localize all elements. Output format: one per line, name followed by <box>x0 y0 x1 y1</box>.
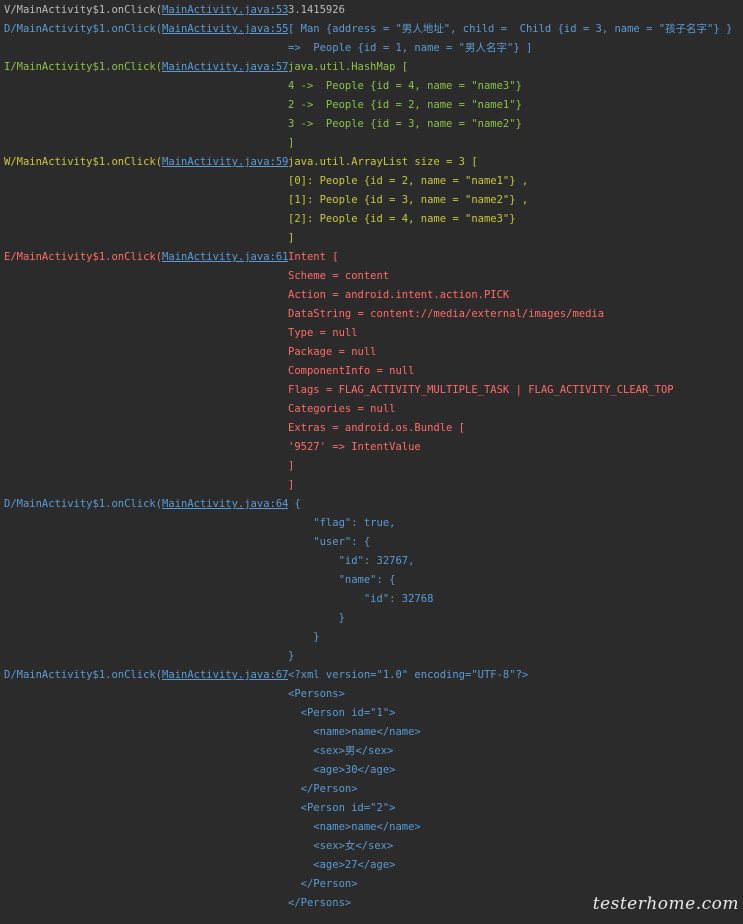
log-message-line: [2]: People {id = 4, name = "name3"} <box>288 213 516 225</box>
log-message-line: Extras = android.os.Bundle [ <box>288 422 466 434</box>
watermark: testerhome.com <box>592 894 739 914</box>
log-message-line: <age>27</age> <box>288 859 396 871</box>
source-link[interactable]: MainActivity.java:59 <box>162 156 288 168</box>
log-message-line: <sex>女</sex> <box>288 840 394 852</box>
source-link[interactable]: MainActivity.java:61 <box>162 251 288 263</box>
log-message-line: => People {id = 1, name = "男人名字"} ] <box>288 42 533 54</box>
log-message-line: <sex>男</sex> <box>288 745 394 757</box>
log-entry: D/MainActivity$1.onClick(MainActivity.ja… <box>0 495 743 666</box>
log-tag: V/MainActivity$1.onClick(MainActivity.ja… <box>0 1 288 20</box>
logcat-output: V/MainActivity$1.onClick(MainActivity.ja… <box>0 0 743 913</box>
log-tag: D/MainActivity$1.onClick(MainActivity.ja… <box>0 495 288 514</box>
log-entry: D/MainActivity$1.onClick(MainActivity.ja… <box>0 20 743 58</box>
log-message-line: ] <box>288 137 295 149</box>
log-tag-prefix: D/MainActivity$1.onClick( <box>4 669 163 681</box>
log-message-line: } <box>288 612 345 624</box>
log-message-line: 4 -> People {id = 4, name = "name3"} <box>288 80 522 92</box>
log-tag-prefix: I/MainActivity$1.onClick( <box>4 61 163 73</box>
log-message-line: <name>name</name> <box>288 726 421 738</box>
log-message-line: Action = android.intent.action.PICK <box>288 289 510 301</box>
source-link[interactable]: MainActivity.java:64 <box>162 498 288 510</box>
log-message-line: [ Man {address = "男人地址", child = Child {… <box>288 23 733 35</box>
log-message-line: <Person id="2"> <box>288 802 396 814</box>
log-message-line: ] <box>288 479 295 491</box>
log-message-line: Type = null <box>288 327 358 339</box>
source-link[interactable]: MainActivity.java:57 <box>162 61 288 73</box>
log-message-line: } <box>288 631 320 643</box>
log-message-line: <?xml version="1.0" encoding="UTF-8"?> <box>288 669 529 681</box>
log-entry: D/MainActivity$1.onClick(MainActivity.ja… <box>0 666 743 913</box>
log-message-line: "flag": true, <box>288 517 396 529</box>
log-message-line: } <box>288 650 295 662</box>
log-message-line: Categories = null <box>288 403 396 415</box>
log-message-line: '9527' => IntentValue <box>288 441 421 453</box>
log-message-line: { <box>288 498 301 510</box>
log-tag: D/MainActivity$1.onClick(MainActivity.ja… <box>0 20 288 39</box>
log-message-line: </Person> <box>288 783 358 795</box>
log-message-line: "id": 32767, <box>288 555 415 567</box>
source-link[interactable]: MainActivity.java:55 <box>162 23 288 35</box>
log-message-line: ] <box>288 232 295 244</box>
log-message: java.util.HashMap [ 4 -> People {id = 4, … <box>288 58 743 153</box>
log-message-line: ComponentInfo = null <box>288 365 415 377</box>
log-message-line: Package = null <box>288 346 377 358</box>
log-message-line: </Person> <box>288 878 358 890</box>
log-message-line: java.util.HashMap [ <box>288 61 409 73</box>
log-message: 3.1415926 <box>288 1 743 20</box>
log-message: Intent [ Scheme = content Action = android… <box>288 248 743 495</box>
log-tag-prefix: V/MainActivity$1.onClick( <box>4 4 163 16</box>
log-message-line: "id": 32768 <box>288 593 434 605</box>
log-message-line: <name>name</name> <box>288 821 421 833</box>
log-tag-prefix: W/MainActivity$1.onClick( <box>4 156 163 168</box>
log-message-line: [0]: People {id = 2, name = "name1"} , <box>288 175 529 187</box>
log-message-line: 3.1415926 <box>288 4 345 16</box>
source-link[interactable]: MainActivity.java:67 <box>162 669 288 681</box>
log-message: <?xml version="1.0" encoding="UTF-8"?> <P… <box>288 666 743 913</box>
log-message-line: <age>30</age> <box>288 764 396 776</box>
log-message-line: Intent [ <box>288 251 339 263</box>
log-message-line: Scheme = content <box>288 270 390 282</box>
source-link[interactable]: MainActivity.java:53 <box>162 4 288 16</box>
log-tag-prefix: D/MainActivity$1.onClick( <box>4 498 163 510</box>
log-message-line: ] <box>288 460 295 472</box>
log-message-line: 3 -> People {id = 3, name = "name2"} <box>288 118 522 130</box>
log-message-line: [1]: People {id = 3, name = "name2"} , <box>288 194 529 206</box>
log-tag-prefix: D/MainActivity$1.onClick( <box>4 23 163 35</box>
log-tag: E/MainActivity$1.onClick(MainActivity.ja… <box>0 248 288 267</box>
log-message: { "flag": true, "user": { "id": 32767, "… <box>288 495 743 666</box>
log-tag-prefix: E/MainActivity$1.onClick( <box>4 251 163 263</box>
log-entry: W/MainActivity$1.onClick(MainActivity.ja… <box>0 153 743 248</box>
log-tag: W/MainActivity$1.onClick(MainActivity.ja… <box>0 153 288 172</box>
log-message-line: 2 -> People {id = 2, name = "name1"} <box>288 99 522 111</box>
log-message-line: DataString = content://media/external/im… <box>288 308 605 320</box>
log-tag: I/MainActivity$1.onClick(MainActivity.ja… <box>0 58 288 77</box>
log-message-line: <Persons> <box>288 688 345 700</box>
log-message-line: <Person id="1"> <box>288 707 396 719</box>
log-message-line: "user": { <box>288 536 371 548</box>
log-message-line: "name": { <box>288 574 396 586</box>
log-message: [ Man {address = "男人地址", child = Child {… <box>288 20 743 58</box>
log-entry: E/MainActivity$1.onClick(MainActivity.ja… <box>0 248 743 495</box>
log-message: java.util.ArrayList size = 3 [ [0]: Peopl… <box>288 153 743 248</box>
log-entry: V/MainActivity$1.onClick(MainActivity.ja… <box>0 1 743 20</box>
log-tag: D/MainActivity$1.onClick(MainActivity.ja… <box>0 666 288 685</box>
log-message-line: Flags = FLAG_ACTIVITY_MULTIPLE_TASK | FL… <box>288 384 674 396</box>
log-entry: I/MainActivity$1.onClick(MainActivity.ja… <box>0 58 743 153</box>
log-message-line: java.util.ArrayList size = 3 [ <box>288 156 478 168</box>
